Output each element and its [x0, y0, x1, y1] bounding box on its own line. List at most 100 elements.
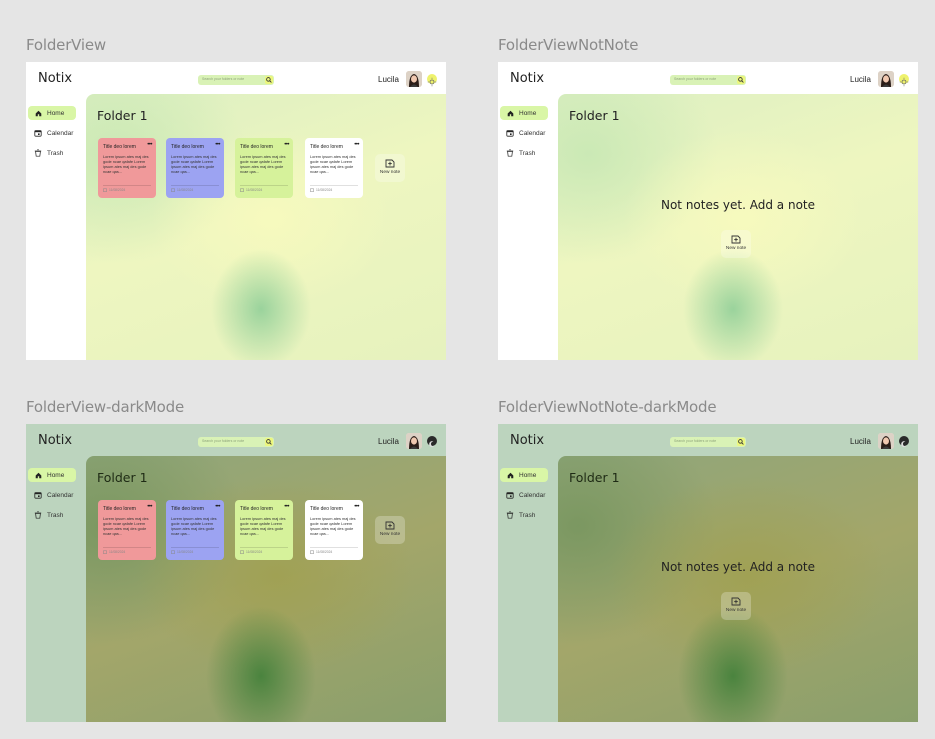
- home-icon: [504, 110, 516, 117]
- sidebar-item-trash[interactable]: Trash: [500, 508, 548, 522]
- search-icon[interactable]: [265, 438, 273, 446]
- new-note-icon: [731, 235, 741, 244]
- sidebar: Home Calendar Trash: [498, 94, 558, 360]
- new-note-button[interactable]: New note: [721, 592, 751, 620]
- sidebar-item-label: Home: [47, 109, 65, 117]
- divider: [310, 185, 358, 186]
- note-body: Lorem ipsum ates maj des gode ncae qafaf…: [240, 516, 286, 536]
- new-note-button[interactable]: New note: [721, 230, 751, 258]
- sidebar-item-label: Calendar: [519, 491, 546, 499]
- top-bar: Notix Search your folders or note Lucila: [498, 424, 918, 456]
- avatar[interactable]: [406, 71, 422, 87]
- top-bar: Notix Search your folders or note Lucila: [26, 424, 446, 456]
- top-bar: Notix Search your folders or note Lucila: [498, 62, 918, 94]
- note-date: 11/08/2024: [109, 550, 126, 554]
- divider: [171, 185, 219, 186]
- note-card[interactable]: Title deo lorem ••• Lorem ipsum ates maj…: [235, 138, 293, 198]
- frame-label-folderview-dark: FolderView-darkMode: [26, 398, 184, 416]
- new-note-label: New note: [379, 170, 401, 175]
- home-icon: [32, 472, 44, 479]
- sidebar-item-home[interactable]: Home: [28, 106, 76, 120]
- sidebar: Home Calendar Trash: [26, 456, 86, 722]
- search-input[interactable]: Search your folders or note: [198, 437, 274, 447]
- note-menu-button[interactable]: •••: [147, 504, 152, 510]
- sidebar-item-home[interactable]: Home: [500, 106, 548, 120]
- note-card[interactable]: Title deo lorem ••• Lorem ipsum ates maj…: [166, 138, 224, 198]
- trash-icon: [504, 149, 516, 157]
- sidebar-item-label: Calendar: [47, 129, 74, 137]
- sidebar-item-label: Home: [519, 471, 537, 479]
- sidebar-item-label: Calendar: [519, 129, 546, 137]
- note-card[interactable]: Title deo lorem ••• Lorem ipsum ates maj…: [98, 138, 156, 198]
- sidebar-item-calendar[interactable]: Calendar: [28, 488, 76, 502]
- sidebar-item-label: Home: [519, 109, 537, 117]
- app-logo: Notix: [38, 433, 73, 448]
- avatar[interactable]: [878, 71, 894, 87]
- note-menu-button[interactable]: •••: [147, 142, 152, 148]
- folder-title: Folder 1: [97, 470, 148, 485]
- search-icon[interactable]: [737, 76, 745, 84]
- sidebar-item-label: Trash: [47, 511, 64, 519]
- sidebar-item-calendar[interactable]: Calendar: [500, 126, 548, 140]
- theme-toggle[interactable]: [899, 74, 909, 87]
- search-icon[interactable]: [737, 438, 745, 446]
- note-menu-button[interactable]: •••: [284, 142, 289, 148]
- search-placeholder: Search your folders or note: [202, 77, 245, 81]
- frame-folderview-not-note: Notix Search your folders or note Lucila…: [498, 62, 918, 360]
- search-input[interactable]: Search your folders or note: [198, 75, 274, 85]
- avatar[interactable]: [406, 433, 422, 449]
- sidebar-item-trash[interactable]: Trash: [28, 508, 76, 522]
- sidebar-item-trash[interactable]: Trash: [28, 146, 76, 160]
- note-date-row: 11/08/2024: [240, 188, 262, 192]
- note-date: 11/08/2024: [177, 188, 194, 192]
- note-card[interactable]: Title deo lorem ••• Lorem ipsum ates maj…: [166, 500, 224, 560]
- note-card[interactable]: Title deo lorem ••• Lorem ipsum ates maj…: [235, 500, 293, 560]
- divider: [103, 547, 151, 548]
- folder-content: Folder 1 Title deo lorem ••• Lorem ipsum…: [86, 94, 446, 360]
- note-body: Lorem ipsum ates maj des gode ncae qafaf…: [171, 516, 217, 536]
- search-icon[interactable]: [265, 76, 273, 84]
- new-note-button[interactable]: New note: [375, 516, 405, 544]
- note-menu-button[interactable]: •••: [284, 504, 289, 510]
- note-title: Title deo lorem: [171, 506, 204, 512]
- folder-title: Folder 1: [569, 470, 620, 485]
- sidebar-item-trash[interactable]: Trash: [500, 146, 548, 160]
- note-card[interactable]: Title deo lorem ••• Lorem ipsum ates maj…: [98, 500, 156, 560]
- calendar-icon: [310, 188, 314, 192]
- theme-toggle[interactable]: [427, 74, 437, 87]
- note-menu-button[interactable]: •••: [354, 142, 359, 148]
- search-input[interactable]: Search your folders or note: [670, 75, 746, 85]
- new-note-button[interactable]: New note: [375, 154, 405, 182]
- divider: [240, 547, 288, 548]
- search-input[interactable]: Search your folders or note: [670, 437, 746, 447]
- calendar-icon: [103, 550, 107, 554]
- moon-icon[interactable]: [899, 436, 909, 448]
- note-date: 11/08/2024: [177, 550, 194, 554]
- user-name: Lucila: [378, 75, 399, 84]
- trash-icon: [32, 511, 44, 519]
- folder-title: Folder 1: [97, 108, 148, 123]
- divider: [103, 185, 151, 186]
- trash-icon: [32, 149, 44, 157]
- note-date-row: 11/08/2024: [103, 550, 125, 554]
- note-card[interactable]: Title deo lorem ••• Lorem ipsum ates maj…: [305, 138, 363, 198]
- note-date: 11/08/2024: [109, 188, 126, 192]
- sidebar-item-calendar[interactable]: Calendar: [500, 488, 548, 502]
- moon-icon[interactable]: [427, 436, 437, 448]
- frame-folderview-not-note-dark: Notix Search your folders or note Lucila…: [498, 424, 918, 722]
- note-title: Title deo lorem: [171, 144, 204, 150]
- sidebar-item-home[interactable]: Home: [28, 468, 76, 482]
- note-menu-button[interactable]: •••: [215, 504, 220, 510]
- sidebar-item-calendar[interactable]: Calendar: [28, 126, 76, 140]
- app-logo: Notix: [38, 71, 73, 86]
- note-menu-button[interactable]: •••: [354, 504, 359, 510]
- sidebar: Home Calendar Trash: [26, 94, 86, 360]
- note-date-row: 11/08/2024: [310, 550, 332, 554]
- note-menu-button[interactable]: •••: [215, 142, 220, 148]
- empty-state-message: Not notes yet. Add a note: [660, 560, 815, 574]
- new-note-icon: [385, 521, 395, 530]
- avatar[interactable]: [878, 433, 894, 449]
- calendar-icon: [504, 491, 516, 499]
- note-card[interactable]: Title deo lorem ••• Lorem ipsum ates maj…: [305, 500, 363, 560]
- sidebar-item-home[interactable]: Home: [500, 468, 548, 482]
